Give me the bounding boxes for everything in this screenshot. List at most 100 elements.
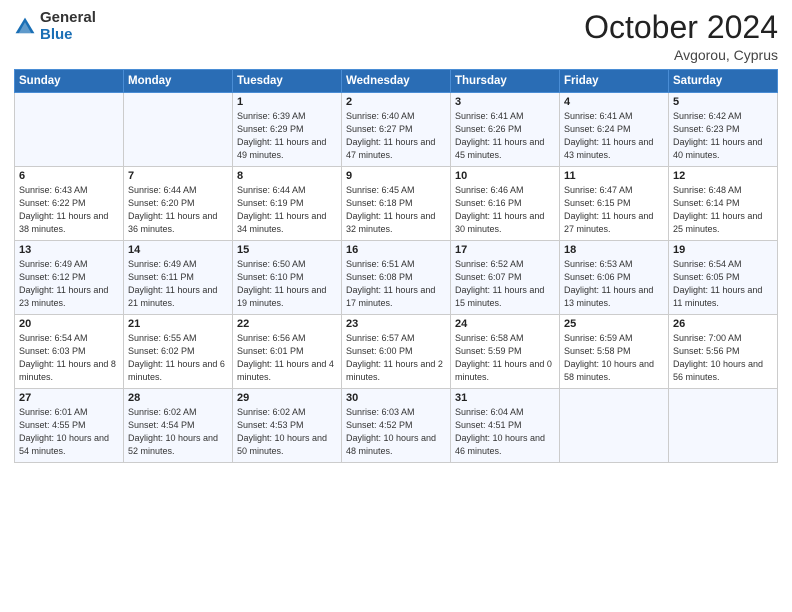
day-info: Sunrise: 6:52 AMSunset: 6:07 PMDaylight:… — [455, 258, 555, 310]
day-number: 22 — [237, 318, 337, 330]
day-number: 10 — [455, 170, 555, 182]
day-cell: 10 Sunrise: 6:46 AMSunset: 6:16 PMDayligh… — [451, 167, 560, 241]
day-info: Sunrise: 6:54 AMSunset: 6:05 PMDaylight:… — [673, 258, 773, 310]
col-wednesday: Wednesday — [342, 70, 451, 93]
day-cell — [669, 389, 778, 463]
col-thursday: Thursday — [451, 70, 560, 93]
day-cell: 7 Sunrise: 6:44 AMSunset: 6:20 PMDaylight… — [124, 167, 233, 241]
day-cell: 13Sunrise: 6:49 AMSunset: 6:12 PMDayligh… — [15, 241, 124, 315]
day-info: Sunrise: 6:01 AMSunset: 4:55 PMDaylight:… — [19, 406, 119, 458]
day-info: Sunrise: 6:44 AMSunset: 6:19 PMDaylight:… — [237, 184, 337, 236]
header: General Blue October 2024 Avgorou, Cypru… — [14, 10, 778, 63]
day-cell: 15 Sunrise: 6:50 AMSunset: 6:10 PMDayligh… — [233, 241, 342, 315]
week-row-4: 20 Sunrise: 6:54 AMSunset: 6:03 PMDayligh… — [15, 315, 778, 389]
day-cell: 26Sunrise: 7:00 AMSunset: 5:56 PMDayligh… — [669, 315, 778, 389]
logo-text: General Blue — [40, 10, 96, 43]
day-cell: 30Sunrise: 6:03 AMSunset: 4:52 PMDayligh… — [342, 389, 451, 463]
col-tuesday: Tuesday — [233, 70, 342, 93]
day-number: 5 — [673, 96, 773, 108]
day-cell — [15, 93, 124, 167]
day-cell: 24Sunrise: 6:58 AMSunset: 5:59 PMDayligh… — [451, 315, 560, 389]
week-row-2: 6 Sunrise: 6:43 AMSunset: 6:22 PMDaylight… — [15, 167, 778, 241]
day-info: Sunrise: 6:42 AMSunset: 6:23 PMDaylight:… — [673, 110, 773, 162]
day-cell: 16Sunrise: 6:51 AMSunset: 6:08 PMDayligh… — [342, 241, 451, 315]
day-info: Sunrise: 6:04 AMSunset: 4:51 PMDaylight:… — [455, 406, 555, 458]
day-cell: 1 Sunrise: 6:39 AMSunset: 6:29 PMDaylight… — [233, 93, 342, 167]
day-number: 9 — [346, 170, 446, 182]
day-cell — [560, 389, 669, 463]
day-info: Sunrise: 6:50 AMSunset: 6:10 PMDaylight:… — [237, 258, 337, 310]
header-row: Sunday Monday Tuesday Wednesday Thursday… — [15, 70, 778, 93]
day-info: Sunrise: 6:45 AMSunset: 6:18 PMDaylight:… — [346, 184, 446, 236]
calendar-table: Sunday Monday Tuesday Wednesday Thursday… — [14, 69, 778, 463]
day-info: Sunrise: 6:54 AMSunset: 6:03 PMDaylight:… — [19, 332, 119, 384]
day-number: 20 — [19, 318, 119, 330]
day-info: Sunrise: 6:44 AMSunset: 6:20 PMDaylight:… — [128, 184, 228, 236]
day-number: 28 — [128, 392, 228, 404]
day-number: 12 — [673, 170, 773, 182]
day-cell: 12 Sunrise: 6:48 AMSunset: 6:14 PMDayligh… — [669, 167, 778, 241]
logo: General Blue — [14, 10, 96, 43]
day-number: 6 — [19, 170, 119, 182]
day-cell — [124, 93, 233, 167]
day-number: 24 — [455, 318, 555, 330]
week-row-5: 27 Sunrise: 6:01 AMSunset: 4:55 PMDayligh… — [15, 389, 778, 463]
col-sunday: Sunday — [15, 70, 124, 93]
day-info: Sunrise: 6:43 AMSunset: 6:22 PMDaylight:… — [19, 184, 119, 236]
day-number: 19 — [673, 244, 773, 256]
day-info: Sunrise: 6:40 AMSunset: 6:27 PMDaylight:… — [346, 110, 446, 162]
day-number: 29 — [237, 392, 337, 404]
day-number: 23 — [346, 318, 446, 330]
day-number: 2 — [346, 96, 446, 108]
day-number: 26 — [673, 318, 773, 330]
day-cell: 28 Sunrise: 6:02 AMSunset: 4:54 PMDayligh… — [124, 389, 233, 463]
day-number: 25 — [564, 318, 664, 330]
col-friday: Friday — [560, 70, 669, 93]
day-info: Sunrise: 6:47 AMSunset: 6:15 PMDaylight:… — [564, 184, 664, 236]
day-number: 14 — [128, 244, 228, 256]
logo-general: General — [40, 9, 96, 26]
day-info: Sunrise: 6:49 AMSunset: 6:12 PMDaylight:… — [19, 258, 119, 310]
day-number: 4 — [564, 96, 664, 108]
day-info: Sunrise: 6:53 AMSunset: 6:06 PMDaylight:… — [564, 258, 664, 310]
logo-icon — [14, 16, 36, 38]
day-cell: 29Sunrise: 6:02 AMSunset: 4:53 PMDayligh… — [233, 389, 342, 463]
day-number: 30 — [346, 392, 446, 404]
day-info: Sunrise: 6:49 AMSunset: 6:11 PMDaylight:… — [128, 258, 228, 310]
month-title: October 2024 — [584, 10, 778, 45]
day-cell: 14 Sunrise: 6:49 AMSunset: 6:11 PMDayligh… — [124, 241, 233, 315]
day-info: Sunrise: 6:41 AMSunset: 6:26 PMDaylight:… — [455, 110, 555, 162]
day-number: 27 — [19, 392, 119, 404]
day-info: Sunrise: 6:57 AMSunset: 6:00 PMDaylight:… — [346, 332, 446, 384]
day-number: 3 — [455, 96, 555, 108]
day-info: Sunrise: 6:55 AMSunset: 6:02 PMDaylight:… — [128, 332, 228, 384]
day-number: 7 — [128, 170, 228, 182]
col-monday: Monday — [124, 70, 233, 93]
day-cell: 23 Sunrise: 6:57 AMSunset: 6:00 PMDayligh… — [342, 315, 451, 389]
day-info: Sunrise: 6:56 AMSunset: 6:01 PMDaylight:… — [237, 332, 337, 384]
day-cell: 22 Sunrise: 6:56 AMSunset: 6:01 PMDayligh… — [233, 315, 342, 389]
day-cell: 5 Sunrise: 6:42 AMSunset: 6:23 PMDaylight… — [669, 93, 778, 167]
day-info: Sunrise: 6:48 AMSunset: 6:14 PMDaylight:… — [673, 184, 773, 236]
day-info: Sunrise: 6:02 AMSunset: 4:54 PMDaylight:… — [128, 406, 228, 458]
day-number: 1 — [237, 96, 337, 108]
day-number: 15 — [237, 244, 337, 256]
day-info: Sunrise: 6:51 AMSunset: 6:08 PMDaylight:… — [346, 258, 446, 310]
day-info: Sunrise: 6:46 AMSunset: 6:16 PMDaylight:… — [455, 184, 555, 236]
week-row-3: 13Sunrise: 6:49 AMSunset: 6:12 PMDayligh… — [15, 241, 778, 315]
day-cell: 31Sunrise: 6:04 AMSunset: 4:51 PMDayligh… — [451, 389, 560, 463]
day-cell: 25Sunrise: 6:59 AMSunset: 5:58 PMDayligh… — [560, 315, 669, 389]
day-cell: 18 Sunrise: 6:53 AMSunset: 6:06 PMDayligh… — [560, 241, 669, 315]
day-number: 17 — [455, 244, 555, 256]
day-number: 8 — [237, 170, 337, 182]
day-cell: 2 Sunrise: 6:40 AMSunset: 6:27 PMDaylight… — [342, 93, 451, 167]
day-cell: 8 Sunrise: 6:44 AMSunset: 6:19 PMDaylight… — [233, 167, 342, 241]
day-number: 21 — [128, 318, 228, 330]
logo-blue: Blue — [40, 26, 73, 43]
day-number: 18 — [564, 244, 664, 256]
title-block: October 2024 Avgorou, Cyprus — [584, 10, 778, 63]
day-cell: 17 Sunrise: 6:52 AMSunset: 6:07 PMDayligh… — [451, 241, 560, 315]
day-cell: 20 Sunrise: 6:54 AMSunset: 6:03 PMDayligh… — [15, 315, 124, 389]
day-info: Sunrise: 6:39 AMSunset: 6:29 PMDaylight:… — [237, 110, 337, 162]
calendar-page: General Blue October 2024 Avgorou, Cypru… — [0, 0, 792, 612]
